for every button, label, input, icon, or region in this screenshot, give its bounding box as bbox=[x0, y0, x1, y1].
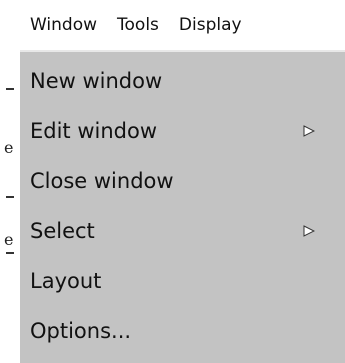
menu-item-select[interactable]: Select bbox=[20, 206, 345, 256]
menu-item-label: Options... bbox=[30, 319, 132, 343]
menu-item-edit-window[interactable]: Edit window bbox=[20, 106, 345, 156]
chevron-right-icon bbox=[303, 125, 315, 137]
chevron-right-icon bbox=[303, 225, 315, 237]
menu-item-layout[interactable]: Layout bbox=[20, 256, 345, 306]
background-mark bbox=[6, 252, 14, 254]
background-mark bbox=[6, 196, 14, 198]
menu-item-label: Close window bbox=[30, 169, 174, 193]
menu-item-close-window[interactable]: Close window bbox=[20, 156, 345, 206]
menu-item-label: Edit window bbox=[30, 119, 158, 143]
menu-item-new-window[interactable]: New window bbox=[20, 56, 345, 106]
background-document: e e bbox=[0, 0, 20, 363]
menu-bar: Window Tools Display bbox=[20, 0, 345, 52]
background-char: e bbox=[4, 230, 14, 249]
menu-item-options[interactable]: Options... bbox=[20, 306, 345, 356]
menu-tools[interactable]: Tools bbox=[107, 0, 169, 50]
window-menu-dropdown: New window Edit window Close window Sele… bbox=[20, 52, 345, 363]
background-char: e bbox=[4, 138, 14, 157]
menu-display[interactable]: Display bbox=[169, 0, 252, 50]
menu-item-label: Select bbox=[30, 219, 95, 243]
background-mark bbox=[6, 88, 14, 90]
menu-item-label: Layout bbox=[30, 269, 102, 293]
menu-window[interactable]: Window bbox=[20, 0, 107, 50]
menu-item-label: New window bbox=[30, 69, 163, 93]
app-window: e e Window Tools Display New window Edit… bbox=[0, 0, 345, 363]
